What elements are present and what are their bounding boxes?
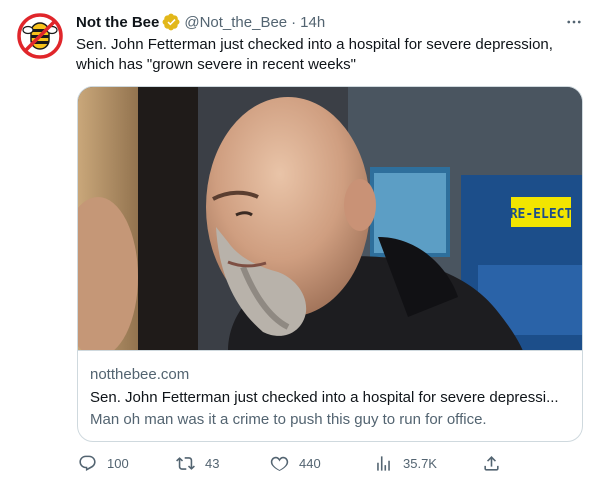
poster-text: RE-ELECT [510,207,573,222]
avatar[interactable] [16,12,64,60]
views-button[interactable]: 35.7K [374,452,437,474]
retweet-button[interactable]: 43 [176,452,219,474]
tweet-header: Not the Bee @Not_the_Bee · 14h [76,12,325,32]
reply-button[interactable]: 100 [78,452,129,474]
link-card[interactable]: RE-ELECT notthebee.com Sen. John Fetterm… [77,86,583,442]
retweet-icon [176,456,195,470]
card-title[interactable]: Sen. John Fetterman just checked into a … [90,388,570,408]
like-button[interactable]: 440 [270,452,321,474]
views-count: 35.7K [403,455,437,471]
like-count: 440 [299,455,321,471]
not-the-bee-logo-icon [16,12,64,60]
card-description: Man oh man was it a crime to push this g… [90,411,487,428]
reply-icon [79,455,96,471]
more-icon[interactable] [564,12,584,32]
tweet-actions: 100 43 440 35.7K [76,452,508,474]
heart-icon [270,456,289,471]
reply-count: 100 [107,455,129,471]
views-icon [377,455,390,471]
share-button[interactable] [482,452,511,474]
tweet[interactable]: Not the Bee @Not_the_Bee · 14h Sen. John… [0,0,598,484]
share-icon [484,455,499,471]
retweet-count: 43 [205,455,220,471]
tweet-text: Sen. John Fetterman just checked into a … [76,36,553,73]
separator-dot: · [291,13,297,31]
timestamp[interactable]: 14h [300,14,325,31]
handle[interactable]: @Not_the_Bee [184,14,287,31]
card-image: RE-ELECT [78,87,582,351]
card-domain[interactable]: notthebee.com [90,365,570,385]
card-meta: notthebee.com Sen. John Fetterman just c… [90,365,570,430]
display-name[interactable]: Not the Bee [76,14,159,31]
gold-verified-badge-icon[interactable] [162,13,180,31]
